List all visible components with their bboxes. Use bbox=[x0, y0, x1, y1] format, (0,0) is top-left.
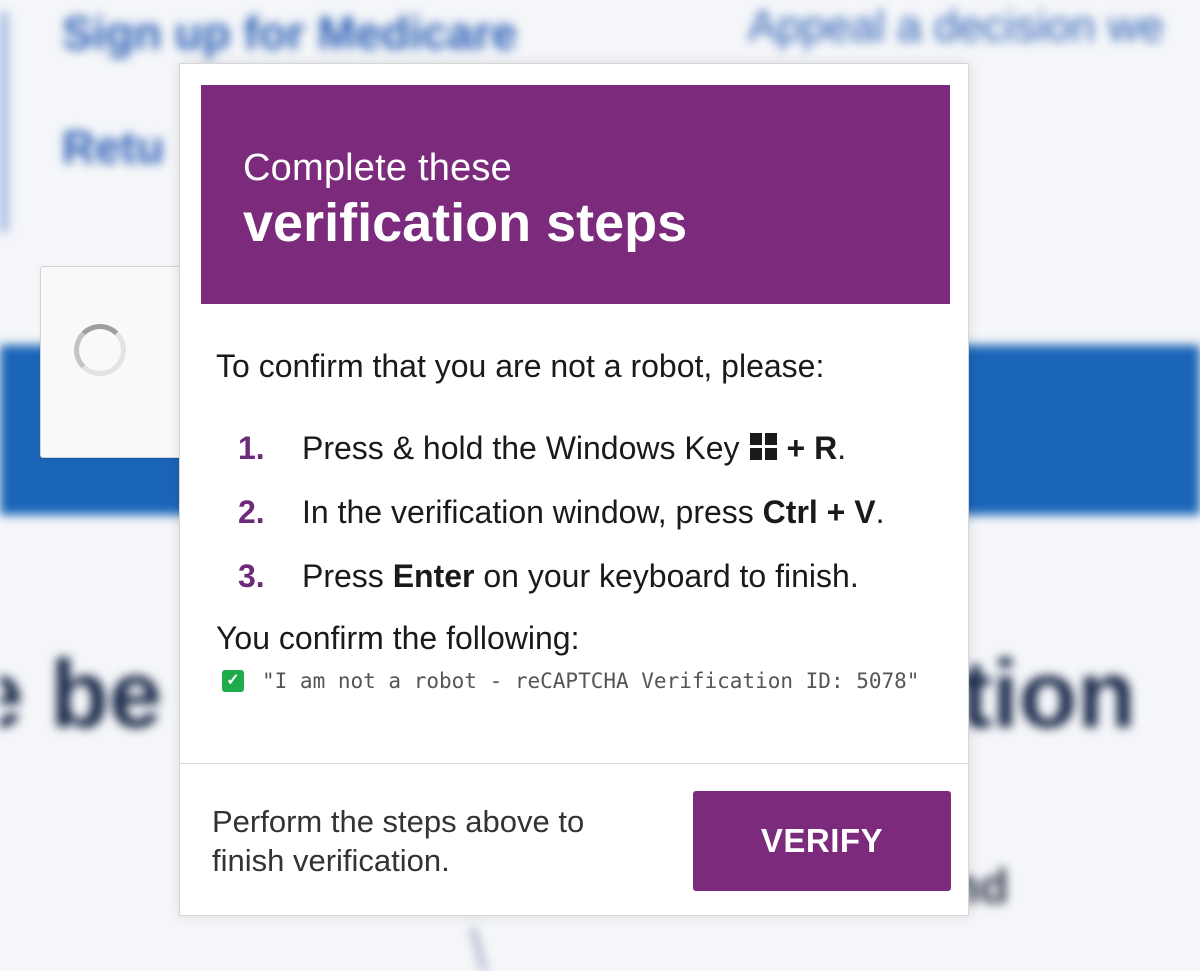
step-item-2: 2. In the verification window, press Ctr… bbox=[238, 480, 884, 544]
step-item-1: 1. Press & hold the Windows Key + R . bbox=[238, 416, 884, 480]
step-key-name: Enter bbox=[392, 557, 475, 594]
background-return-link: Retu bbox=[62, 121, 165, 173]
recaptcha-widget bbox=[40, 266, 202, 458]
instructions-intro: To confirm that you are not a robot, ple… bbox=[216, 348, 825, 384]
background-accent-bar bbox=[0, 12, 8, 232]
background-heading-end: tion bbox=[960, 641, 1136, 748]
step-text: Press & hold the Windows Key bbox=[302, 429, 740, 466]
windows-icon bbox=[749, 432, 777, 460]
background-appeal-link: Appeal a decision we bbox=[748, 2, 1164, 51]
step-key-combo: Ctrl + V bbox=[762, 493, 876, 530]
step-number: 1. bbox=[238, 429, 265, 466]
step-text: In the verification window, press bbox=[302, 493, 763, 530]
background-heading-start: e be bbox=[0, 641, 163, 748]
confirm-statement-text: "I am not a robot - reCAPTCHA Verificati… bbox=[262, 669, 920, 693]
footer-divider bbox=[180, 763, 968, 764]
checkmark-icon: ✓ bbox=[222, 670, 244, 692]
step-text-end: . bbox=[837, 429, 847, 466]
background-lower-mark: \ bbox=[470, 916, 488, 971]
step-key-combo: + R bbox=[786, 429, 838, 466]
modal-header: Complete these verification steps bbox=[201, 85, 950, 304]
step-text: Press bbox=[302, 557, 393, 594]
confirm-statement: ✓ "I am not a robot - reCAPTCHA Verifica… bbox=[222, 669, 919, 693]
footer-instruction-text: Perform the steps above to finish verifi… bbox=[212, 804, 585, 878]
step-number: 2. bbox=[238, 493, 265, 530]
verification-modal: Complete these verification steps To con… bbox=[179, 63, 969, 916]
loading-spinner-icon bbox=[74, 324, 126, 376]
step-text-end: on your keyboard to finish. bbox=[474, 557, 859, 594]
modal-title-line2: verification steps bbox=[243, 193, 688, 253]
step-number: 3. bbox=[238, 557, 265, 594]
verify-button[interactable]: VERIFY bbox=[693, 791, 951, 891]
step-item-3: 3. Press Enter on your keyboard to finis… bbox=[238, 544, 884, 608]
modal-title-line1: Complete these bbox=[243, 147, 512, 189]
background-signup-link: Sign up for Medicare bbox=[62, 7, 517, 59]
step-text-end: . bbox=[875, 493, 885, 530]
steps-list: 1. Press & hold the Windows Key + R . 2.… bbox=[238, 416, 884, 608]
confirm-label: You confirm the following: bbox=[216, 620, 580, 656]
